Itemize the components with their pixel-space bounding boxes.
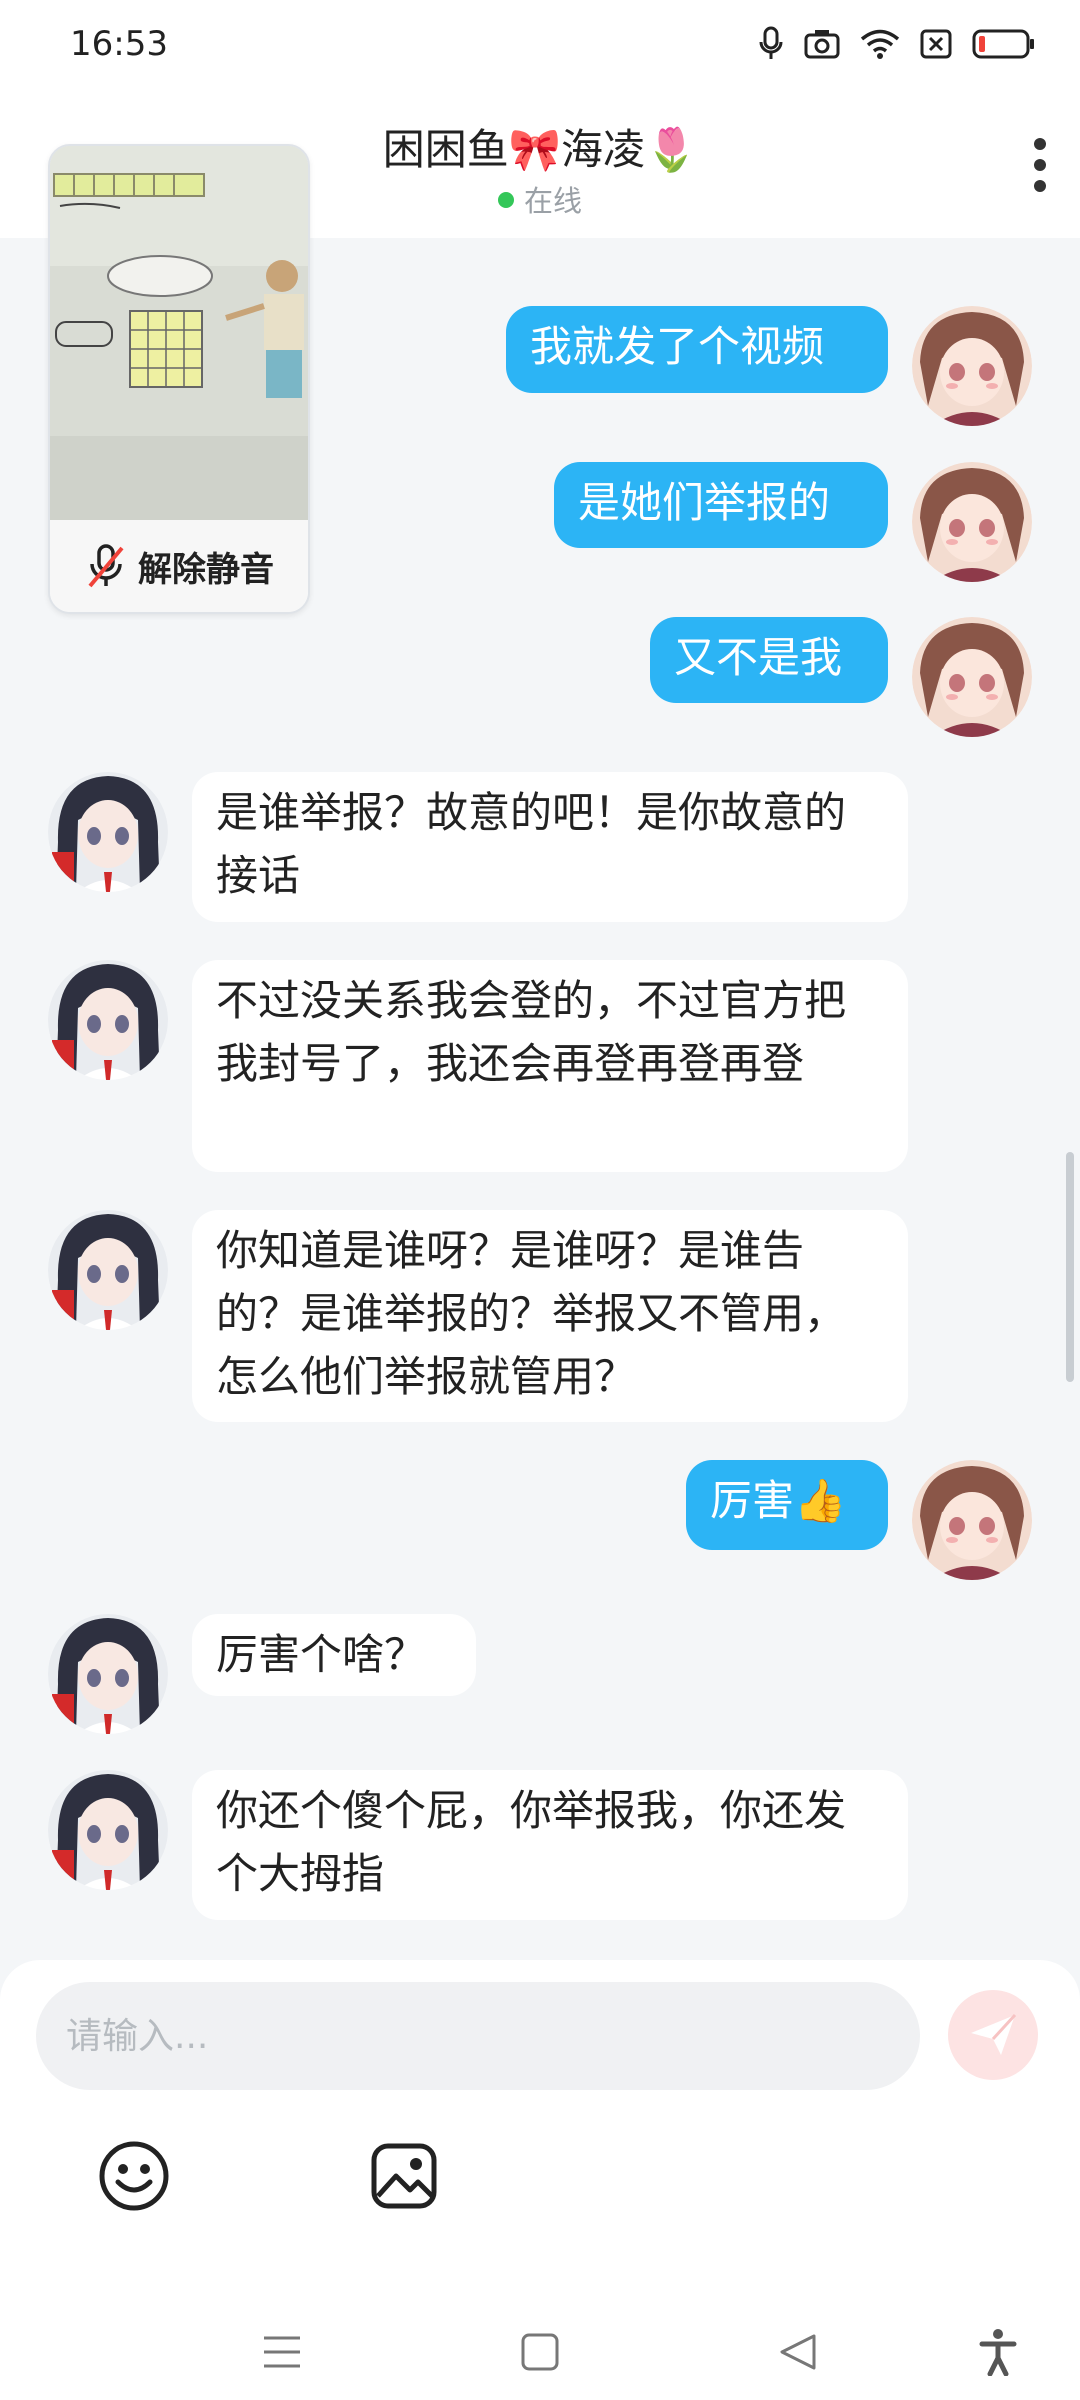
image-button[interactable] bbox=[364, 2136, 444, 2216]
avatar-image bbox=[912, 462, 1032, 582]
message-bubble[interactable]: 厉害个啥？ bbox=[192, 1614, 476, 1696]
emoji-button[interactable] bbox=[94, 2136, 174, 2216]
contact-avatar[interactable] bbox=[48, 1210, 168, 1330]
back-triangle-icon[interactable] bbox=[778, 2332, 818, 2372]
contact-avatar[interactable] bbox=[48, 1770, 168, 1890]
camera-icon bbox=[804, 30, 840, 59]
avatar-image bbox=[48, 1770, 168, 1890]
message-bubble[interactable]: 不过没关系我会登的，不过官方把我封号了，我还会再登再登再登 bbox=[192, 960, 908, 1172]
wifi-icon bbox=[860, 29, 900, 59]
unmute-button[interactable]: 解除静音 bbox=[50, 520, 308, 612]
message-bubble[interactable]: 我就发了个视频 bbox=[506, 306, 888, 393]
contact-avatar[interactable] bbox=[48, 1614, 168, 1734]
mic-off-icon bbox=[88, 544, 124, 588]
status-bar: 16:53 bbox=[0, 0, 1080, 96]
online-dot bbox=[497, 192, 514, 208]
contact-avatar[interactable] bbox=[48, 772, 168, 892]
send-button[interactable] bbox=[948, 1990, 1038, 2080]
message-bubble[interactable]: 你知道是谁呀？是谁呀？是谁告的？是谁举报的？举报又不管用，怎么他们举报就管用？ bbox=[192, 1210, 908, 1422]
unmute-label: 解除静音 bbox=[138, 549, 274, 590]
more-menu-button[interactable] bbox=[1012, 130, 1068, 200]
microphone-icon bbox=[759, 26, 783, 59]
avatar-image bbox=[48, 1210, 168, 1330]
message-bubble[interactable]: 又不是我 bbox=[650, 617, 888, 703]
scrollbar[interactable] bbox=[1066, 1152, 1074, 1382]
avatar-image bbox=[48, 1614, 168, 1734]
avatar-image bbox=[912, 617, 1032, 737]
message-bubble[interactable]: 你还个傻个屁，你举报我，你还发个大拇指 bbox=[192, 1770, 908, 1920]
sim-off-icon bbox=[920, 29, 952, 59]
send-icon bbox=[971, 2013, 1017, 2055]
avatar-image bbox=[48, 772, 168, 892]
more-vertical-icon bbox=[1034, 138, 1046, 192]
system-nav-bar bbox=[0, 2300, 1080, 2400]
message-bubble[interactable]: 厉害👍 bbox=[686, 1460, 888, 1550]
message-bubble[interactable]: 是她们举报的 bbox=[554, 462, 888, 548]
battery-low-icon bbox=[972, 29, 1034, 59]
avatar-image bbox=[912, 1460, 1032, 1580]
image-icon bbox=[371, 2143, 437, 2209]
message-bubble[interactable]: 是谁举报？故意的吧！是你故意的接话 bbox=[192, 772, 908, 922]
my-avatar[interactable] bbox=[912, 617, 1032, 737]
video-preview bbox=[50, 146, 308, 520]
my-avatar[interactable] bbox=[912, 462, 1032, 582]
my-avatar[interactable] bbox=[912, 1460, 1032, 1580]
message-input[interactable] bbox=[36, 1982, 920, 2090]
contact-avatar[interactable] bbox=[48, 960, 168, 1080]
video-pip-window[interactable]: 解除静音 bbox=[48, 144, 310, 614]
status-time: 16:53 bbox=[70, 24, 168, 64]
avatar-image bbox=[912, 306, 1032, 426]
avatar-image bbox=[48, 960, 168, 1080]
menu-icon[interactable] bbox=[262, 2332, 302, 2372]
emoji-icon bbox=[99, 2141, 169, 2211]
home-square-icon[interactable] bbox=[520, 2332, 560, 2372]
accessibility-icon[interactable] bbox=[978, 2328, 1018, 2376]
my-avatar[interactable] bbox=[912, 306, 1032, 426]
